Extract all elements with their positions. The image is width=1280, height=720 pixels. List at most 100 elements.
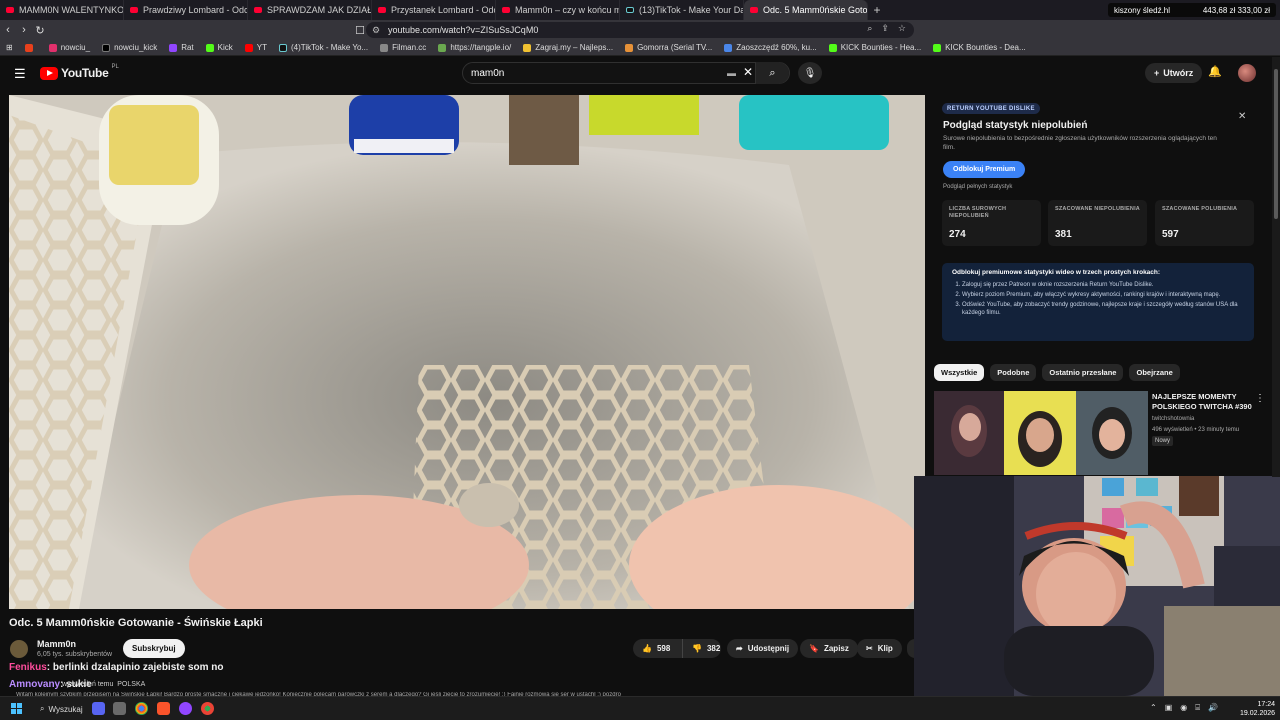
- browser-tab[interactable]: Mamm0n – czy w końcu miał rację?×: [496, 0, 620, 20]
- youtube-favicon-icon: [750, 7, 758, 13]
- ryd-stat-card: SZACOWANE POLUBIENIA 597: [1155, 200, 1254, 246]
- youtube-favicon-icon: [6, 7, 14, 13]
- scrollbar-thumb[interactable]: [1274, 69, 1278, 219]
- like-count: 598: [656, 644, 671, 653]
- file-explorer-icon[interactable]: [113, 702, 126, 715]
- chip-all[interactable]: Wszystkie: [934, 364, 985, 381]
- browser-tab[interactable]: MAMM0N WALENTYNKOWY MIXTA...×: [0, 0, 124, 20]
- bookmark[interactable]: KICK Bounties - Dea...: [933, 43, 1026, 52]
- bookmark[interactable]: YT: [244, 43, 267, 52]
- channel-name[interactable]: Mamm0n: [37, 639, 76, 649]
- bookmark[interactable]: (4)TikTok - Make Yo...: [279, 43, 368, 52]
- bookmark[interactable]: nowciu_kick: [102, 43, 157, 52]
- youtube-logo[interactable]: YouTube PL: [40, 64, 119, 80]
- user-avatar[interactable]: [1238, 64, 1256, 82]
- network-icon[interactable]: ⌸: [1195, 703, 1200, 713]
- save-button[interactable]: 🔖 Zapisz: [800, 639, 858, 658]
- profile-name: kiszony śledź.hl: [1114, 5, 1171, 15]
- voice-search-button[interactable]: 🎙: [798, 62, 822, 84]
- url-text: youtube.com/watch?v=ZISuSsJCqM0: [388, 25, 539, 35]
- zoom-icon[interactable]: ⌕: [867, 23, 872, 34]
- recommended-meta: 496 wyświetleń • 23 minuty temu: [1152, 427, 1240, 433]
- chrome-profile-icon[interactable]: [201, 702, 214, 715]
- browser-tab-bar: MAMM0N WALENTYNKOWY MIXTA...× Prawdziwy …: [0, 0, 1280, 20]
- bookmark[interactable]: Zagraj.my – Najleps...: [523, 43, 613, 52]
- dislike-button[interactable]: 👎 382: [683, 639, 721, 658]
- app-icon[interactable]: [179, 702, 192, 715]
- bookmark-icon: 🔖: [809, 644, 819, 653]
- clip-button[interactable]: ✂ Klip: [857, 639, 902, 658]
- reload-icon[interactable]: ↻: [32, 24, 48, 37]
- ryd-badge: RETURN YOUTUBE DISLIKE: [942, 103, 1040, 114]
- globe-icon: [380, 43, 389, 52]
- back-icon[interactable]: ‹: [0, 24, 16, 36]
- chip-recently-uploaded[interactable]: Ostatnio przesłane: [1042, 364, 1124, 381]
- recommended-channel[interactable]: twitchshotownia: [1152, 416, 1194, 422]
- browser-tab[interactable]: Prawdziwy Lombard - Odcinek 330×: [124, 0, 248, 20]
- stat-label: SZACOWANE POLUBIENIA: [1162, 206, 1238, 212]
- new-tab-button[interactable]: +: [868, 3, 886, 17]
- unlock-premium-button[interactable]: Odblokuj Premium: [943, 161, 1026, 178]
- new-badge: Nowy: [1152, 436, 1174, 446]
- streamer-webcam-overlay: [914, 476, 1280, 696]
- share-page-icon[interactable]: ⇪: [881, 23, 889, 34]
- bookmarks-bar: ⊞ nowciu_ nowciu_kick Rat Kick YT (4)Tik…: [0, 40, 1280, 56]
- bookmark[interactable]: KICK Bounties - Hea...: [828, 43, 921, 52]
- volume-icon[interactable]: 🔊: [1208, 703, 1218, 713]
- thumbs-up-icon: 👍: [642, 644, 652, 653]
- notifications-bell-icon[interactable]: 🔔: [1208, 65, 1222, 78]
- create-button[interactable]: + Utwórz: [1145, 63, 1203, 83]
- bookmark[interactable]: nowciu_: [48, 43, 90, 52]
- share-button[interactable]: ➦ Udostępnij: [727, 639, 799, 658]
- bookmark-star-icon[interactable]: ☆: [898, 23, 906, 34]
- chip-watched[interactable]: Obejrzane: [1129, 364, 1180, 381]
- windows-start-button[interactable]: [11, 703, 22, 714]
- bookmark[interactable]: Rat: [169, 43, 194, 52]
- recommended-thumbnail[interactable]: [934, 391, 1148, 475]
- bookmark-icon: [24, 43, 33, 52]
- subscribe-button[interactable]: Subskrybuj: [123, 639, 185, 658]
- tray-app-icon[interactable]: ◉: [1180, 703, 1187, 713]
- tab-label: MAMM0N WALENTYNKOWY MIXTA...: [19, 5, 124, 15]
- recommended-title[interactable]: NAJLEPSZE MOMENTY POLSKIEGO TWITCHA #390: [1152, 392, 1252, 412]
- profile-chip[interactable]: kiszony śledź.hl 443,68 zł 333,00 zł: [1108, 3, 1276, 17]
- bookmark[interactable]: Zaoszczędź 60%, ku...: [724, 43, 817, 52]
- bookmark[interactable]: Kick: [205, 43, 233, 52]
- search-input[interactable]: mam0n: [471, 68, 504, 79]
- bookmark[interactable]: Filman.cc: [380, 43, 426, 52]
- browser-tab[interactable]: (13)TikTok - Make Your Day×: [620, 0, 744, 20]
- clear-search-icon[interactable]: ✕: [743, 65, 753, 79]
- video-player[interactable]: [9, 95, 925, 609]
- apps-grid-icon[interactable]: ⊞: [6, 43, 13, 52]
- chrome-icon[interactable]: [135, 702, 148, 715]
- taskbar-clock[interactable]: 17:24 19.02.2026: [1240, 700, 1275, 718]
- channel-avatar[interactable]: [10, 640, 28, 658]
- tray-app-icon[interactable]: ▣: [1165, 703, 1173, 713]
- site-info-icon[interactable]: ⚙: [372, 25, 380, 36]
- browser-tab[interactable]: SPRAWDZAM JAK DZIAŁA NAJSŁYN...×: [248, 0, 372, 20]
- taskbar-search[interactable]: ⌕ Wyszukaj: [34, 701, 89, 717]
- discord-icon[interactable]: [92, 702, 105, 715]
- search-box[interactable]: mam0n ▬ ✕ ⌕: [462, 62, 790, 84]
- url-field[interactable]: ⚙ youtube.com/watch?v=ZISuSsJCqM0 ⌕ ⇪ ☆: [366, 22, 914, 38]
- hamburger-menu-icon[interactable]: ☰: [14, 66, 26, 82]
- chat-username: Amnovany: [9, 679, 61, 690]
- keyboard-icon[interactable]: ▬: [727, 68, 736, 78]
- brave-icon[interactable]: [157, 702, 170, 715]
- browser-tab-active[interactable]: Odc. 5 Mamm0ńskie Gotowa×: [744, 0, 868, 20]
- video-frame: [9, 95, 925, 609]
- page-scrollbar[interactable]: [1272, 57, 1280, 477]
- chevron-up-icon[interactable]: ⌃: [1150, 703, 1157, 713]
- bookmark[interactable]: Gomorra (Serial TV...: [625, 43, 712, 52]
- bookmark[interactable]: [24, 43, 37, 52]
- forward-icon[interactable]: ›: [16, 24, 32, 36]
- chip-related[interactable]: Podobne: [990, 364, 1037, 381]
- browser-tab[interactable]: Przystanek Lombard - Odc. 98 *Now...×: [372, 0, 496, 20]
- search-button[interactable]: ⌕: [755, 62, 789, 84]
- scissors-icon: ✂: [866, 644, 873, 653]
- bookmark[interactable]: https://tangple.io/: [438, 43, 511, 52]
- close-icon[interactable]: ✕: [1238, 111, 1246, 122]
- system-tray: ⌃ ▣ ◉ ⌸ 🔊: [1150, 703, 1218, 713]
- like-button[interactable]: 👍 598: [633, 639, 683, 658]
- more-vert-icon[interactable]: ⋮: [1255, 393, 1265, 404]
